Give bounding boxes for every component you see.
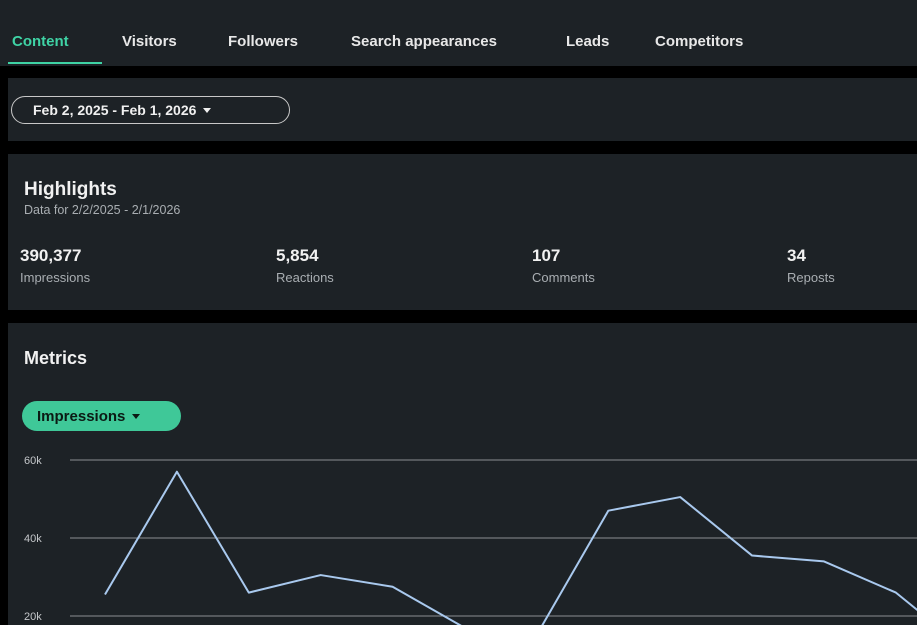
reactions-value: 5,854 — [276, 246, 319, 265]
highlights-subtitle: Data for 2/2/2025 - 2/1/2026 — [24, 203, 181, 217]
caret-down-icon — [203, 107, 212, 113]
caret-down-icon — [132, 413, 141, 419]
impressions-label: Impressions — [20, 270, 91, 285]
impressions-series-line — [104, 470, 917, 625]
tab-content[interactable]: Content — [12, 33, 69, 50]
tab-leads[interactable]: Leads — [566, 33, 609, 50]
tab-search-appearances[interactable]: Search appearances — [351, 33, 497, 50]
date-range-dropdown[interactable]: Feb 2, 2025 - Feb 1, 2026 — [11, 96, 290, 124]
tab-followers[interactable]: Followers — [228, 33, 298, 50]
reposts-label: Reposts — [787, 270, 835, 285]
tab-competitors[interactable]: Competitors — [655, 33, 743, 50]
metrics-title: Metrics — [24, 348, 88, 368]
impressions-line-chart: 60k 40k 20k — [24, 455, 917, 625]
highlights-panel — [8, 154, 917, 310]
reposts-value: 34 — [787, 246, 806, 265]
reactions-label: Reactions — [276, 270, 334, 285]
comments-label: Comments — [532, 270, 595, 285]
comments-value: 107 — [532, 246, 561, 265]
date-range-label: Feb 2, 2025 - Feb 1, 2026 — [33, 102, 197, 118]
y-tick-label: 40k — [24, 533, 42, 545]
analytics-tabs-bar: Content Visitors Followers Search appear… — [0, 0, 917, 66]
active-tab-indicator — [8, 62, 102, 64]
tab-visitors[interactable]: Visitors — [122, 33, 177, 50]
highlights-title: Highlights — [24, 179, 117, 200]
metric-selector-button[interactable]: Impressions — [22, 401, 181, 431]
impressions-value: 390,377 — [20, 246, 82, 265]
y-tick-label: 20k — [24, 611, 42, 623]
metric-selector-label: Impressions — [37, 407, 126, 425]
y-tick-label: 60k — [24, 455, 42, 467]
